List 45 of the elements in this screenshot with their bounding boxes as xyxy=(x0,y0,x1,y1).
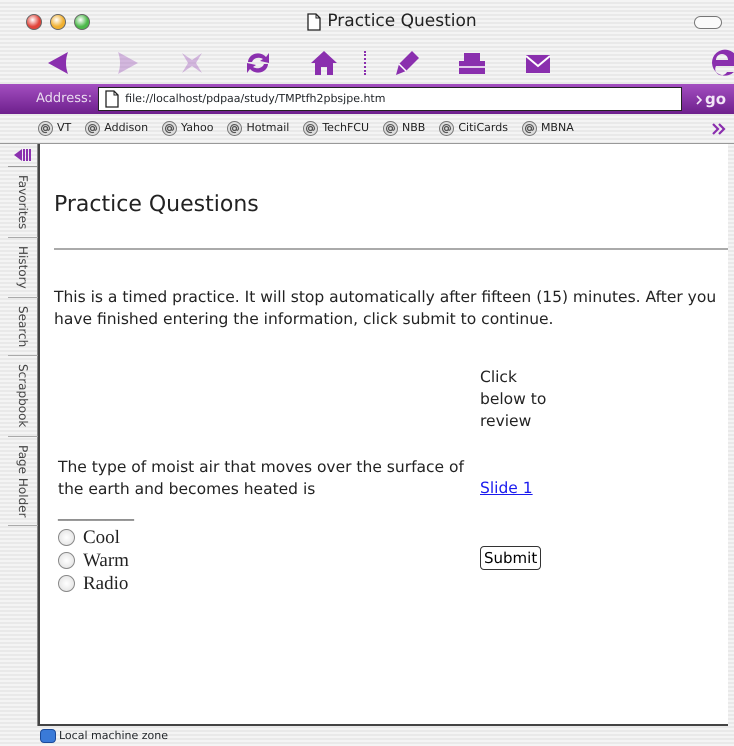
at-sign-icon xyxy=(227,121,242,136)
at-sign-icon xyxy=(303,121,318,136)
at-sign-icon xyxy=(162,121,178,136)
radio-button[interactable] xyxy=(58,575,75,592)
window-title: Practice Question xyxy=(327,10,477,34)
favorite-link[interactable]: CitiCards xyxy=(439,120,508,137)
at-sign-icon xyxy=(522,121,537,136)
toolbar-separator xyxy=(364,51,366,75)
document-icon xyxy=(105,90,120,108)
radio-button[interactable] xyxy=(58,552,75,570)
slide-link[interactable]: Slide 1 xyxy=(480,479,533,498)
more-chevron-icon xyxy=(712,122,726,134)
address-field[interactable]: file://localhost/pdpaa/study/TMPtfh2pbsjpe.htm xyxy=(98,87,682,111)
status-text: Local machine zone xyxy=(59,728,168,744)
page-heading: Practice Questions xyxy=(54,192,260,218)
go-button[interactable]: go xyxy=(688,88,734,110)
favorite-link[interactable]: Hotmail xyxy=(227,120,290,137)
zoom-button[interactable] xyxy=(74,14,90,30)
review-note: Click below to review xyxy=(480,367,548,432)
favorite-link[interactable]: Addison xyxy=(85,120,148,137)
toolbar-toggle-button[interactable] xyxy=(694,16,722,28)
question-text: The type of moist air that moves over the surface of the earth and becomes heated is xyxy=(58,457,466,500)
option-label: Cool xyxy=(83,526,120,550)
at-sign-icon xyxy=(383,121,398,136)
close-button[interactable] xyxy=(26,14,42,30)
at-sign-icon xyxy=(38,121,53,136)
address-label: Address: xyxy=(36,90,92,108)
favorite-link[interactable]: Yahoo xyxy=(162,120,214,137)
radio-button[interactable] xyxy=(58,529,75,546)
intro-text: This is a timed practice. It will stop automatically after fifteen (15) minutes. After you have finished entering the information, click submit to continue. xyxy=(54,287,718,330)
minimize-button[interactable] xyxy=(50,14,66,30)
address-text: file://localhost/pdpaa/study/TMPtfh2pbsjpe.htm xyxy=(125,90,386,107)
answer-blank: ________ xyxy=(58,506,136,520)
chevron-icon xyxy=(696,94,702,105)
favorite-link[interactable]: TechFCU xyxy=(303,120,370,137)
zone-icon xyxy=(40,729,56,743)
favorite-link[interactable]: NBB xyxy=(383,120,426,137)
submit-button[interactable]: Submit xyxy=(480,546,542,570)
at-sign-icon xyxy=(85,121,100,136)
option-label: Radio xyxy=(83,572,128,596)
at-sign-icon xyxy=(439,121,454,136)
option-label: Warm xyxy=(83,549,129,572)
favorite-link[interactable]: MBNA xyxy=(522,120,574,137)
document-icon xyxy=(307,13,322,31)
favorite-link[interactable]: VT xyxy=(38,120,72,137)
